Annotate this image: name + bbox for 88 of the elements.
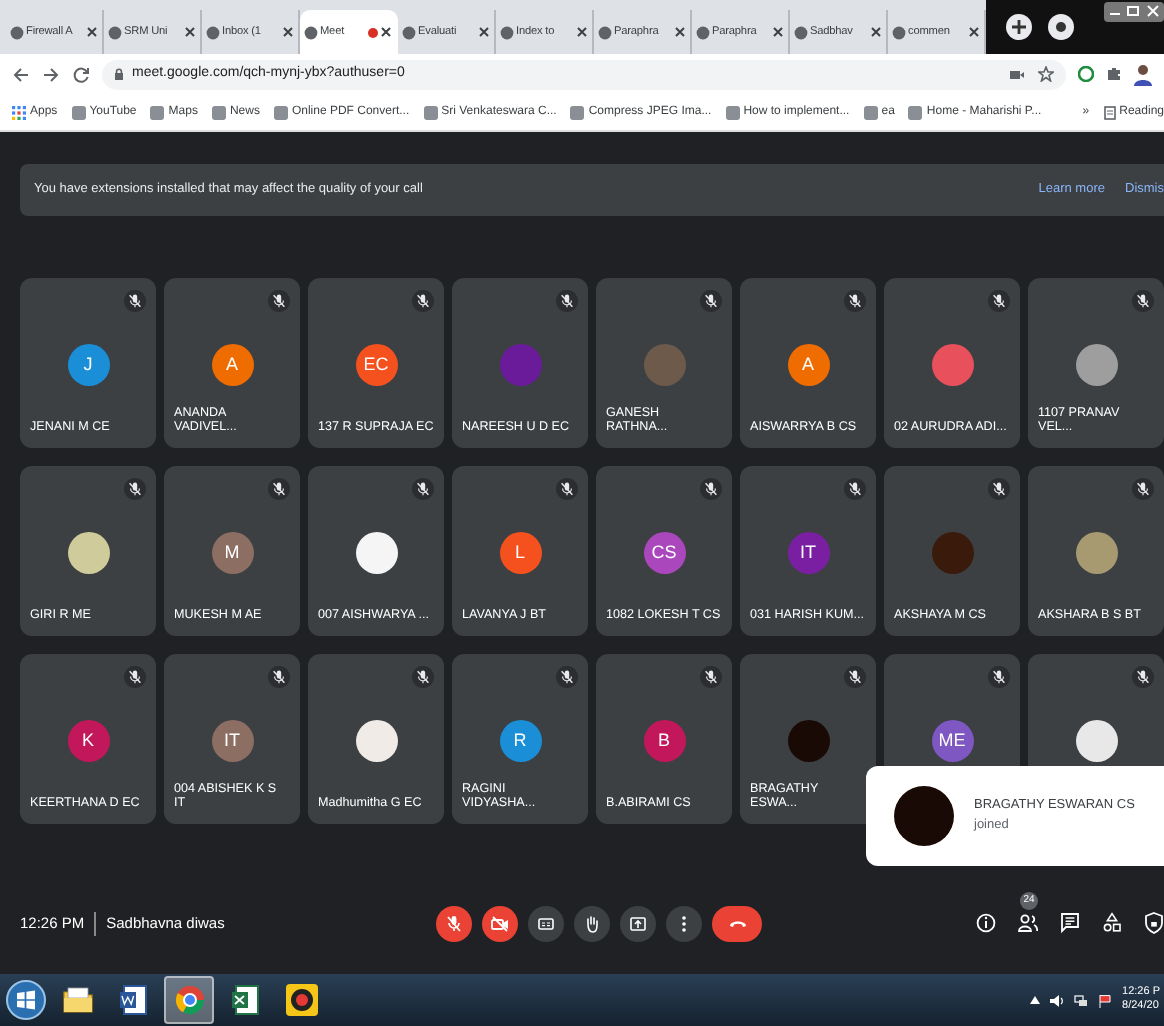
present-screen-icon (628, 913, 648, 933)
favicon-icon (150, 105, 165, 119)
close-icon[interactable] (968, 26, 980, 38)
close-icon[interactable] (674, 26, 686, 38)
star-icon[interactable] (1038, 66, 1054, 82)
document-icon (115, 982, 151, 1018)
call-control-button[interactable] (574, 905, 610, 941)
avatar-initials: K (67, 720, 109, 762)
favicon-icon (211, 105, 226, 119)
favicon-icon (863, 105, 878, 119)
speaker-icon[interactable] (1050, 993, 1065, 1007)
avatar-initials: A (787, 344, 829, 386)
close-icon[interactable] (282, 26, 294, 38)
shapes-icon (1102, 912, 1122, 934)
side-panel-button[interactable] (1144, 912, 1164, 934)
call-control-button[interactable] (482, 905, 518, 941)
browser-icon (171, 982, 207, 1018)
favicon-icon (206, 25, 220, 39)
avatar-initials: EC (355, 344, 397, 386)
avatar-initials: IT (211, 720, 253, 762)
favicon-icon (402, 25, 416, 39)
side-panel-button[interactable] (1060, 912, 1080, 934)
favicon-icon (598, 25, 612, 39)
list-icon (1103, 105, 1116, 119)
captions-icon (536, 913, 556, 933)
avatar-initials: M (211, 532, 253, 574)
favicon-icon (304, 25, 318, 39)
close-icon[interactable] (184, 26, 196, 38)
window-controls-icon[interactable] (1104, 2, 1164, 22)
call-control-button[interactable] (712, 905, 762, 941)
favicon-icon (108, 25, 122, 39)
favicon-icon (10, 25, 24, 39)
record-icon (283, 982, 319, 1018)
avatar-initials: A (211, 344, 253, 386)
back-icon[interactable] (12, 65, 30, 83)
call-control-button[interactable] (436, 905, 472, 941)
camera-off-icon (490, 913, 510, 933)
favicon-icon (570, 105, 585, 119)
tab-search-icon[interactable] (1048, 14, 1074, 40)
close-icon[interactable] (86, 26, 98, 38)
side-panel-button[interactable] (1102, 912, 1122, 934)
avatar-initials: R (499, 720, 541, 762)
spreadsheet-icon (227, 982, 263, 1018)
favicon-icon (273, 105, 288, 119)
action-center-flag-icon[interactable] (1098, 993, 1113, 1007)
close-icon[interactable] (870, 26, 882, 38)
people-icon (1018, 912, 1038, 934)
new-tab-icon[interactable] (1006, 14, 1032, 40)
favicon-icon (725, 105, 740, 119)
avatar-initials: B (643, 720, 685, 762)
reload-icon[interactable] (72, 65, 90, 83)
close-icon[interactable] (478, 26, 490, 38)
camera-icon[interactable] (1010, 69, 1024, 79)
avatar-initials: CS (643, 532, 685, 574)
profile-avatar-icon[interactable] (1134, 63, 1152, 85)
chat-icon (1060, 912, 1080, 934)
favicon-icon (696, 25, 710, 39)
start-button-icon[interactable] (6, 980, 46, 1020)
forward-icon[interactable] (42, 65, 60, 83)
favicon-icon (71, 105, 86, 119)
favicon-icon (423, 105, 438, 119)
close-icon[interactable] (772, 26, 784, 38)
favicon-icon (908, 105, 923, 119)
avatar-initials: L (499, 532, 541, 574)
close-icon[interactable] (380, 26, 392, 38)
mic-off-icon (444, 913, 464, 933)
apps-grid-icon (12, 105, 26, 119)
extension-icon[interactable] (1078, 66, 1094, 82)
call-control-button[interactable] (666, 905, 702, 941)
raise-hand-icon (582, 913, 602, 933)
avatar-initials: ME (931, 720, 973, 762)
close-icon[interactable] (576, 26, 588, 38)
favicon-icon (794, 25, 808, 39)
side-panel-button[interactable] (976, 912, 996, 934)
avatar-initials: IT (787, 532, 829, 574)
show-hidden-icons-icon[interactable] (1030, 996, 1041, 1004)
lock-icon (114, 68, 124, 80)
recording-dot-icon (368, 27, 378, 37)
network-icon[interactable] (1074, 993, 1089, 1007)
info-icon (976, 912, 996, 934)
favicon-icon (500, 25, 514, 39)
avatar-initials: J (67, 344, 109, 386)
call-control-button[interactable] (620, 905, 656, 941)
call-control-button[interactable] (528, 905, 564, 941)
shield-lock-icon (1144, 912, 1164, 934)
puzzle-icon[interactable] (1106, 66, 1122, 82)
favicon-icon (892, 25, 906, 39)
folder-icon (59, 982, 95, 1018)
